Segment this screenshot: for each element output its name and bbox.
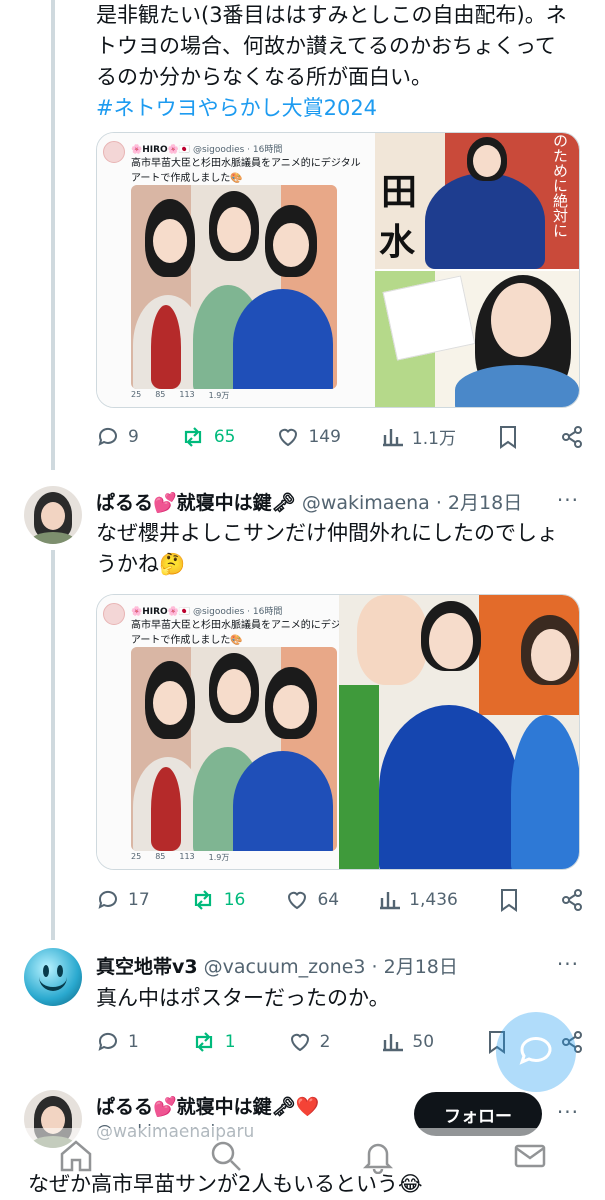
avatar[interactable] bbox=[24, 486, 82, 544]
reply-icon bbox=[98, 1032, 117, 1051]
repost-icon bbox=[195, 1032, 212, 1052]
repost-button[interactable]: 1 bbox=[191, 1030, 236, 1054]
quote-header: 🌸HIRO🌸🇯🇵 @sigoodies · 16時間 bbox=[131, 145, 283, 155]
share-icon bbox=[561, 889, 582, 911]
bookmark-button[interactable] bbox=[498, 888, 520, 912]
quoted-tweet-screenshot: 🌸HIRO🌸🇯🇵 @sigoodies · 16時間 高市早苗大臣と杉田水脈議員… bbox=[97, 595, 361, 869]
quote-stats: 25 85 113 1.9万 bbox=[131, 852, 230, 862]
views-icon bbox=[380, 892, 401, 910]
handle[interactable]: @vacuum_zone3 · 2月18日 bbox=[204, 956, 458, 978]
poster-text: 田 bbox=[381, 172, 418, 213]
repost-icon bbox=[194, 890, 211, 910]
poster-caption: のために絶対に bbox=[551, 133, 569, 238]
reply-icon bbox=[98, 890, 117, 909]
post-text: なぜか高市早苗サンが2人もいるという😂 bbox=[28, 1172, 423, 1196]
heart-icon bbox=[288, 891, 307, 910]
bookmark-icon bbox=[500, 889, 517, 912]
compose-reply-button[interactable] bbox=[496, 1012, 576, 1092]
like-button[interactable]: 149 bbox=[276, 425, 341, 449]
more-options-button[interactable]: ··· bbox=[557, 952, 579, 976]
post-actions: 17 16 64 1,436 bbox=[96, 888, 584, 912]
repost-button[interactable]: 16 bbox=[190, 888, 245, 912]
quote-stats: 25 85 113 1.9万 bbox=[131, 390, 230, 400]
post-media[interactable]: 🌸HIRO🌸🇯🇵 @sigoodies · 16時間 高市早苗大臣と杉田水脈議員… bbox=[96, 132, 580, 408]
reply-button[interactable]: 9 bbox=[96, 425, 139, 449]
repost-icon bbox=[184, 426, 201, 447]
chat-bubble-icon bbox=[519, 1037, 552, 1065]
more-options-button[interactable]: ··· bbox=[557, 1100, 579, 1124]
avatar[interactable] bbox=[24, 948, 82, 1006]
messages-icon[interactable] bbox=[512, 1138, 548, 1174]
post-text: 是非観たい(3番目ははすみとしこの自由配布)。ネ トウヨの場合、何故か讃えてるの… bbox=[96, 0, 567, 124]
anime-illustration bbox=[131, 647, 337, 851]
event-photo bbox=[339, 595, 579, 869]
hashtag-link[interactable]: #ネトウヨやらかし大賞2024 bbox=[96, 93, 567, 124]
heart-icon bbox=[290, 1033, 309, 1052]
bookmark-button[interactable] bbox=[497, 425, 519, 449]
reply-icon bbox=[98, 427, 117, 446]
like-button[interactable]: 2 bbox=[288, 1030, 330, 1054]
poster-text: 水 bbox=[379, 222, 416, 263]
like-button[interactable]: 64 bbox=[285, 888, 339, 912]
thread-line bbox=[51, 550, 55, 940]
views-button[interactable]: 1,436 bbox=[379, 888, 458, 912]
post-actions: 9 65 149 1.1万 bbox=[96, 424, 584, 449]
views-icon bbox=[383, 1034, 404, 1052]
more-options-button[interactable]: ··· bbox=[557, 488, 579, 512]
post-header: ぱるる💕就寝中は鍵🗝 @wakimaena · 2月18日 bbox=[96, 488, 522, 515]
bookmark-icon bbox=[499, 425, 516, 449]
reply-button[interactable]: 17 bbox=[96, 888, 150, 912]
display-name[interactable]: 真空地帯v3 bbox=[96, 956, 198, 978]
display-name[interactable]: ぱるる💕就寝中は鍵🗝❤️ bbox=[96, 1096, 319, 1118]
display-name[interactable]: ぱるる💕就寝中は鍵🗝 bbox=[96, 492, 296, 514]
avatar bbox=[103, 141, 125, 163]
share-button[interactable] bbox=[560, 888, 584, 912]
post-text: 真ん中はポスターだったのか。 bbox=[96, 986, 390, 1010]
anime-illustration bbox=[131, 185, 337, 389]
post-media[interactable]: 🌸HIRO🌸🇯🇵 @sigoodies · 16時間 高市早苗大臣と杉田水脈議員… bbox=[96, 594, 580, 870]
quote-text: 高市早苗大臣と杉田水脈議員をアニメ的にデジタルアートで作成しました🎨 bbox=[131, 158, 361, 184]
share-icon bbox=[561, 425, 582, 448]
repost-button[interactable]: 65 bbox=[180, 425, 235, 449]
handle[interactable]: @wakimaena · 2月18日 bbox=[302, 492, 522, 514]
quote-header: 🌸HIRO🌸🇯🇵 @sigoodies · 16時間 bbox=[131, 607, 283, 617]
reply-button[interactable]: 1 bbox=[96, 1030, 139, 1054]
heart-icon bbox=[279, 428, 298, 446]
post-header: 真空地帯v3 @vacuum_zone3 · 2月18日 bbox=[96, 952, 458, 979]
photo-collage: 田 水 のために絶対に bbox=[375, 133, 579, 407]
avatar bbox=[103, 603, 125, 625]
views-button[interactable]: 50 bbox=[382, 1030, 434, 1054]
post-text: なぜ櫻井よしこサンだけ仲間外れにしたのでしょ うかね🤔 bbox=[96, 521, 558, 576]
views-icon bbox=[382, 428, 403, 446]
post-header: ぱるる💕就寝中は鍵🗝❤️ bbox=[96, 1092, 319, 1119]
quoted-tweet-screenshot: 🌸HIRO🌸🇯🇵 @sigoodies · 16時間 高市早苗大臣と杉田水脈議員… bbox=[97, 133, 377, 407]
views-button[interactable]: 1.1万 bbox=[382, 424, 456, 449]
quote-text: 高市早苗大臣と杉田水脈議員をアニメ的にデジタルアートで作成しました🎨 bbox=[131, 620, 361, 646]
share-button[interactable] bbox=[560, 425, 584, 449]
thread-line bbox=[51, 0, 55, 470]
